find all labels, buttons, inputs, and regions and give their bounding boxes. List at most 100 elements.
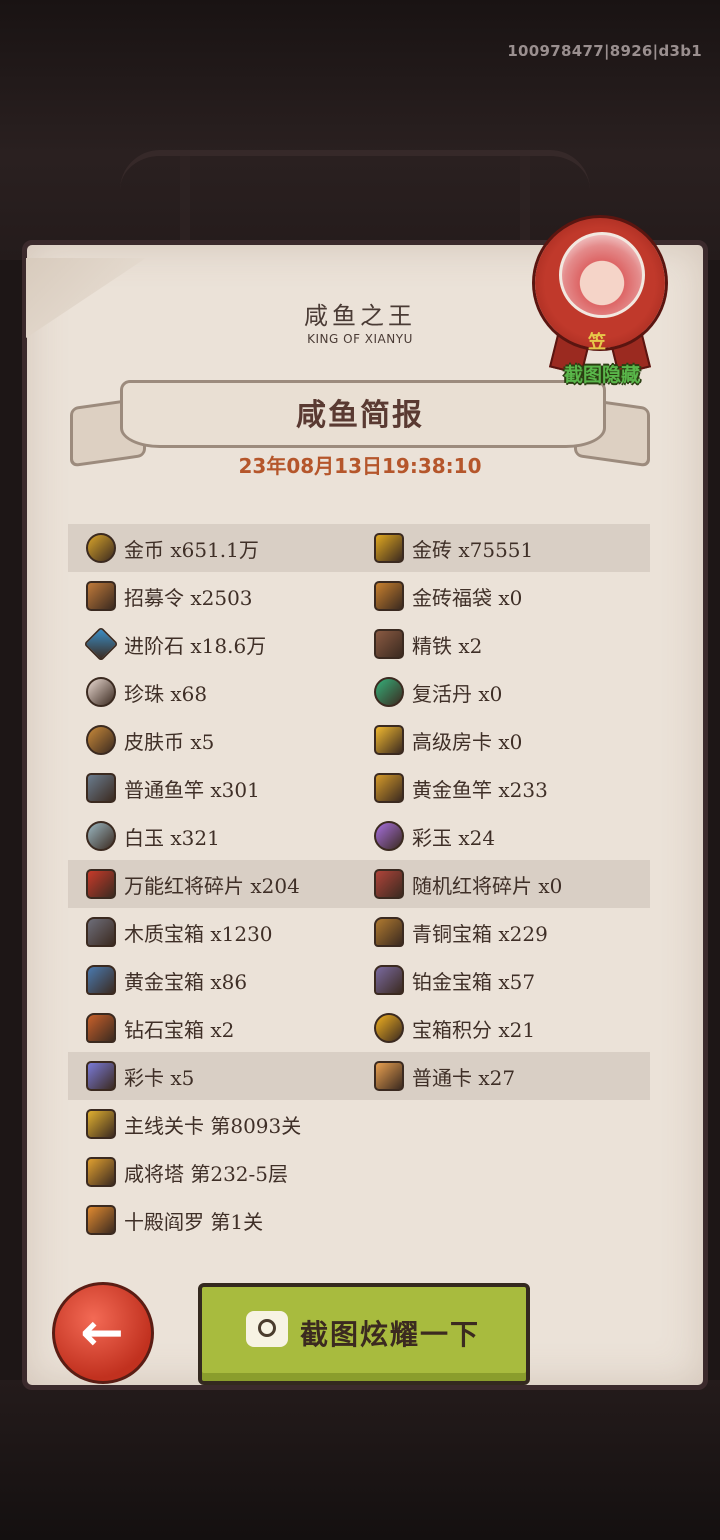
resource-label: 随机红将碎片 x0 (412, 873, 563, 898)
resource-row: 黄金宝箱 x86 铂金宝箱 x57 (68, 956, 650, 1004)
red-general-shard-icon (86, 869, 116, 899)
golden-fishing-rod-icon (374, 773, 404, 803)
resource-item: 白玉 x321 (86, 812, 220, 860)
resource-row: 珍珠 x68 复活丹 x0 (68, 668, 650, 716)
resource-row: 主线关卡 第8093关 (68, 1100, 650, 1148)
resource-label: 金砖 x75551 (412, 537, 534, 562)
bronze-chest-icon (374, 917, 404, 947)
resource-item: 主线关卡 第8093关 (86, 1100, 301, 1148)
resource-row: 万能红将碎片 x204 随机红将碎片 x0 (68, 860, 650, 908)
resource-label: 彩玉 x24 (412, 825, 496, 850)
resource-item: 普通卡 x27 (374, 1052, 515, 1100)
camera-icon (246, 1311, 288, 1347)
resource-row: 彩卡 x5 普通卡 x27 (68, 1052, 650, 1100)
resource-row: 皮肤币 x5 高级房卡 x0 (68, 716, 650, 764)
resource-item: 招募令 x2503 (86, 572, 253, 620)
gold-chest-icon (86, 965, 116, 995)
resource-label: 万能红将碎片 x204 (124, 873, 300, 898)
resource-item: 咸将塔 第232-5层 (86, 1148, 288, 1196)
resource-item: 彩玉 x24 (374, 812, 495, 860)
resource-label: 珍珠 x68 (124, 681, 208, 706)
resource-item: 十殿阎罗 第1关 (86, 1196, 263, 1244)
resource-item: 复活丹 x0 (374, 668, 502, 716)
resource-item: 金砖 x75551 (374, 524, 533, 572)
resource-label: 黄金宝箱 x86 (124, 969, 248, 994)
resource-row: 金币 x651.1万 金砖 x75551 (68, 524, 650, 572)
platinum-chest-icon (374, 965, 404, 995)
resource-label: 皮肤币 x5 (124, 729, 215, 754)
resource-label: 高级房卡 x0 (412, 729, 523, 754)
resource-label: 木质宝箱 x1230 (124, 921, 273, 946)
normal-card-icon (374, 1061, 404, 1091)
resource-label: 铂金宝箱 x57 (412, 969, 536, 994)
resource-label: 招募令 x2503 (124, 585, 253, 610)
recruit-token-icon (86, 581, 116, 611)
background-bottom (0, 1380, 720, 1540)
resource-label: 宝箱积分 x21 (412, 1017, 536, 1042)
resource-label: 普通鱼竿 x301 (124, 777, 260, 802)
resource-row: 普通鱼竿 x301 黄金鱼竿 x233 (68, 764, 650, 812)
gold-coin-icon (86, 533, 116, 563)
resource-label: 进阶石 x18.6万 (124, 633, 267, 658)
resource-label: 精铁 x2 (412, 633, 483, 658)
gold-brick-icon (374, 533, 404, 563)
resource-label: 咸将塔 第232-5层 (124, 1161, 289, 1186)
avatar (559, 232, 645, 318)
resource-item: 黄金鱼竿 x233 (374, 764, 548, 812)
pearl-icon (86, 677, 116, 707)
skin-coin-icon (86, 725, 116, 755)
resource-item: 宝箱积分 x21 (374, 1004, 535, 1052)
screenshot-share-button[interactable]: 截图炫耀一下 (198, 1283, 530, 1385)
resource-label: 金币 x651.1万 (124, 537, 259, 562)
main-stage-icon (86, 1109, 116, 1139)
resource-row: 十殿阎罗 第1关 (68, 1196, 650, 1244)
resource-label: 彩卡 x5 (124, 1065, 195, 1090)
back-arrow-icon: ← (80, 1303, 124, 1363)
fishing-rod-icon (86, 773, 116, 803)
resource-list: 金币 x651.1万 金砖 x75551 招募令 x2503 金砖福袋 x0 进阶石 x… (68, 524, 650, 1244)
resource-item: 皮肤币 x5 (86, 716, 214, 764)
resource-item: 钻石宝箱 x2 (86, 1004, 234, 1052)
resource-item: 铂金宝箱 x57 (374, 956, 535, 1004)
resource-item: 黄金宝箱 x86 (86, 956, 247, 1004)
resource-row: 白玉 x321 彩玉 x24 (68, 812, 650, 860)
resource-item: 高级房卡 x0 (374, 716, 522, 764)
revive-pill-icon (374, 677, 404, 707)
screenshot-hide-toggle[interactable]: 截图隐藏 (552, 360, 652, 387)
resource-item: 金砖福袋 x0 (374, 572, 522, 620)
resource-label: 十殿阎罗 第1关 (124, 1209, 264, 1234)
color-card-icon (86, 1061, 116, 1091)
resource-item: 金币 x651.1万 (86, 524, 259, 572)
seal-mark: 笠 (588, 332, 606, 353)
premium-room-card-icon (374, 725, 404, 755)
white-jade-icon (86, 821, 116, 851)
build-id: 100978477|8926|d3b1 (507, 42, 702, 60)
diamond-chest-icon (86, 1013, 116, 1043)
resource-item: 普通鱼竿 x301 (86, 764, 260, 812)
resource-item: 彩卡 x5 (86, 1052, 194, 1100)
resource-label: 普通卡 x27 (412, 1065, 516, 1090)
resource-item: 进阶石 x18.6万 (83, 620, 267, 668)
resource-label: 金砖福袋 x0 (412, 585, 523, 610)
tower-icon (86, 1157, 116, 1187)
report-date: 23年08月13日19:38:10 (238, 454, 482, 478)
back-button[interactable]: ← (52, 1282, 154, 1384)
gold-brick-bag-icon (374, 581, 404, 611)
resource-item: 万能红将碎片 x204 (86, 860, 300, 908)
resource-label: 青铜宝箱 x229 (412, 921, 548, 946)
advance-stone-icon (83, 626, 119, 662)
resource-item: 木质宝箱 x1230 (86, 908, 273, 956)
resource-row: 钻石宝箱 x2 宝箱积分 x21 (68, 1004, 650, 1052)
resource-row: 木质宝箱 x1230 青铜宝箱 x229 (68, 908, 650, 956)
wooden-chest-icon (86, 917, 116, 947)
resource-label: 钻石宝箱 x2 (124, 1017, 235, 1042)
resource-item: 珍珠 x68 (86, 668, 207, 716)
resource-label: 黄金鱼竿 x233 (412, 777, 548, 802)
resource-row: 咸将塔 第232-5层 (68, 1148, 650, 1196)
report-title: 咸鱼简报 (296, 398, 424, 433)
refined-iron-icon (374, 629, 404, 659)
random-red-general-shard-icon (374, 869, 404, 899)
resource-row: 进阶石 x18.6万 精铁 x2 (68, 620, 650, 668)
resource-label: 复活丹 x0 (412, 681, 503, 706)
color-jade-icon (374, 821, 404, 851)
